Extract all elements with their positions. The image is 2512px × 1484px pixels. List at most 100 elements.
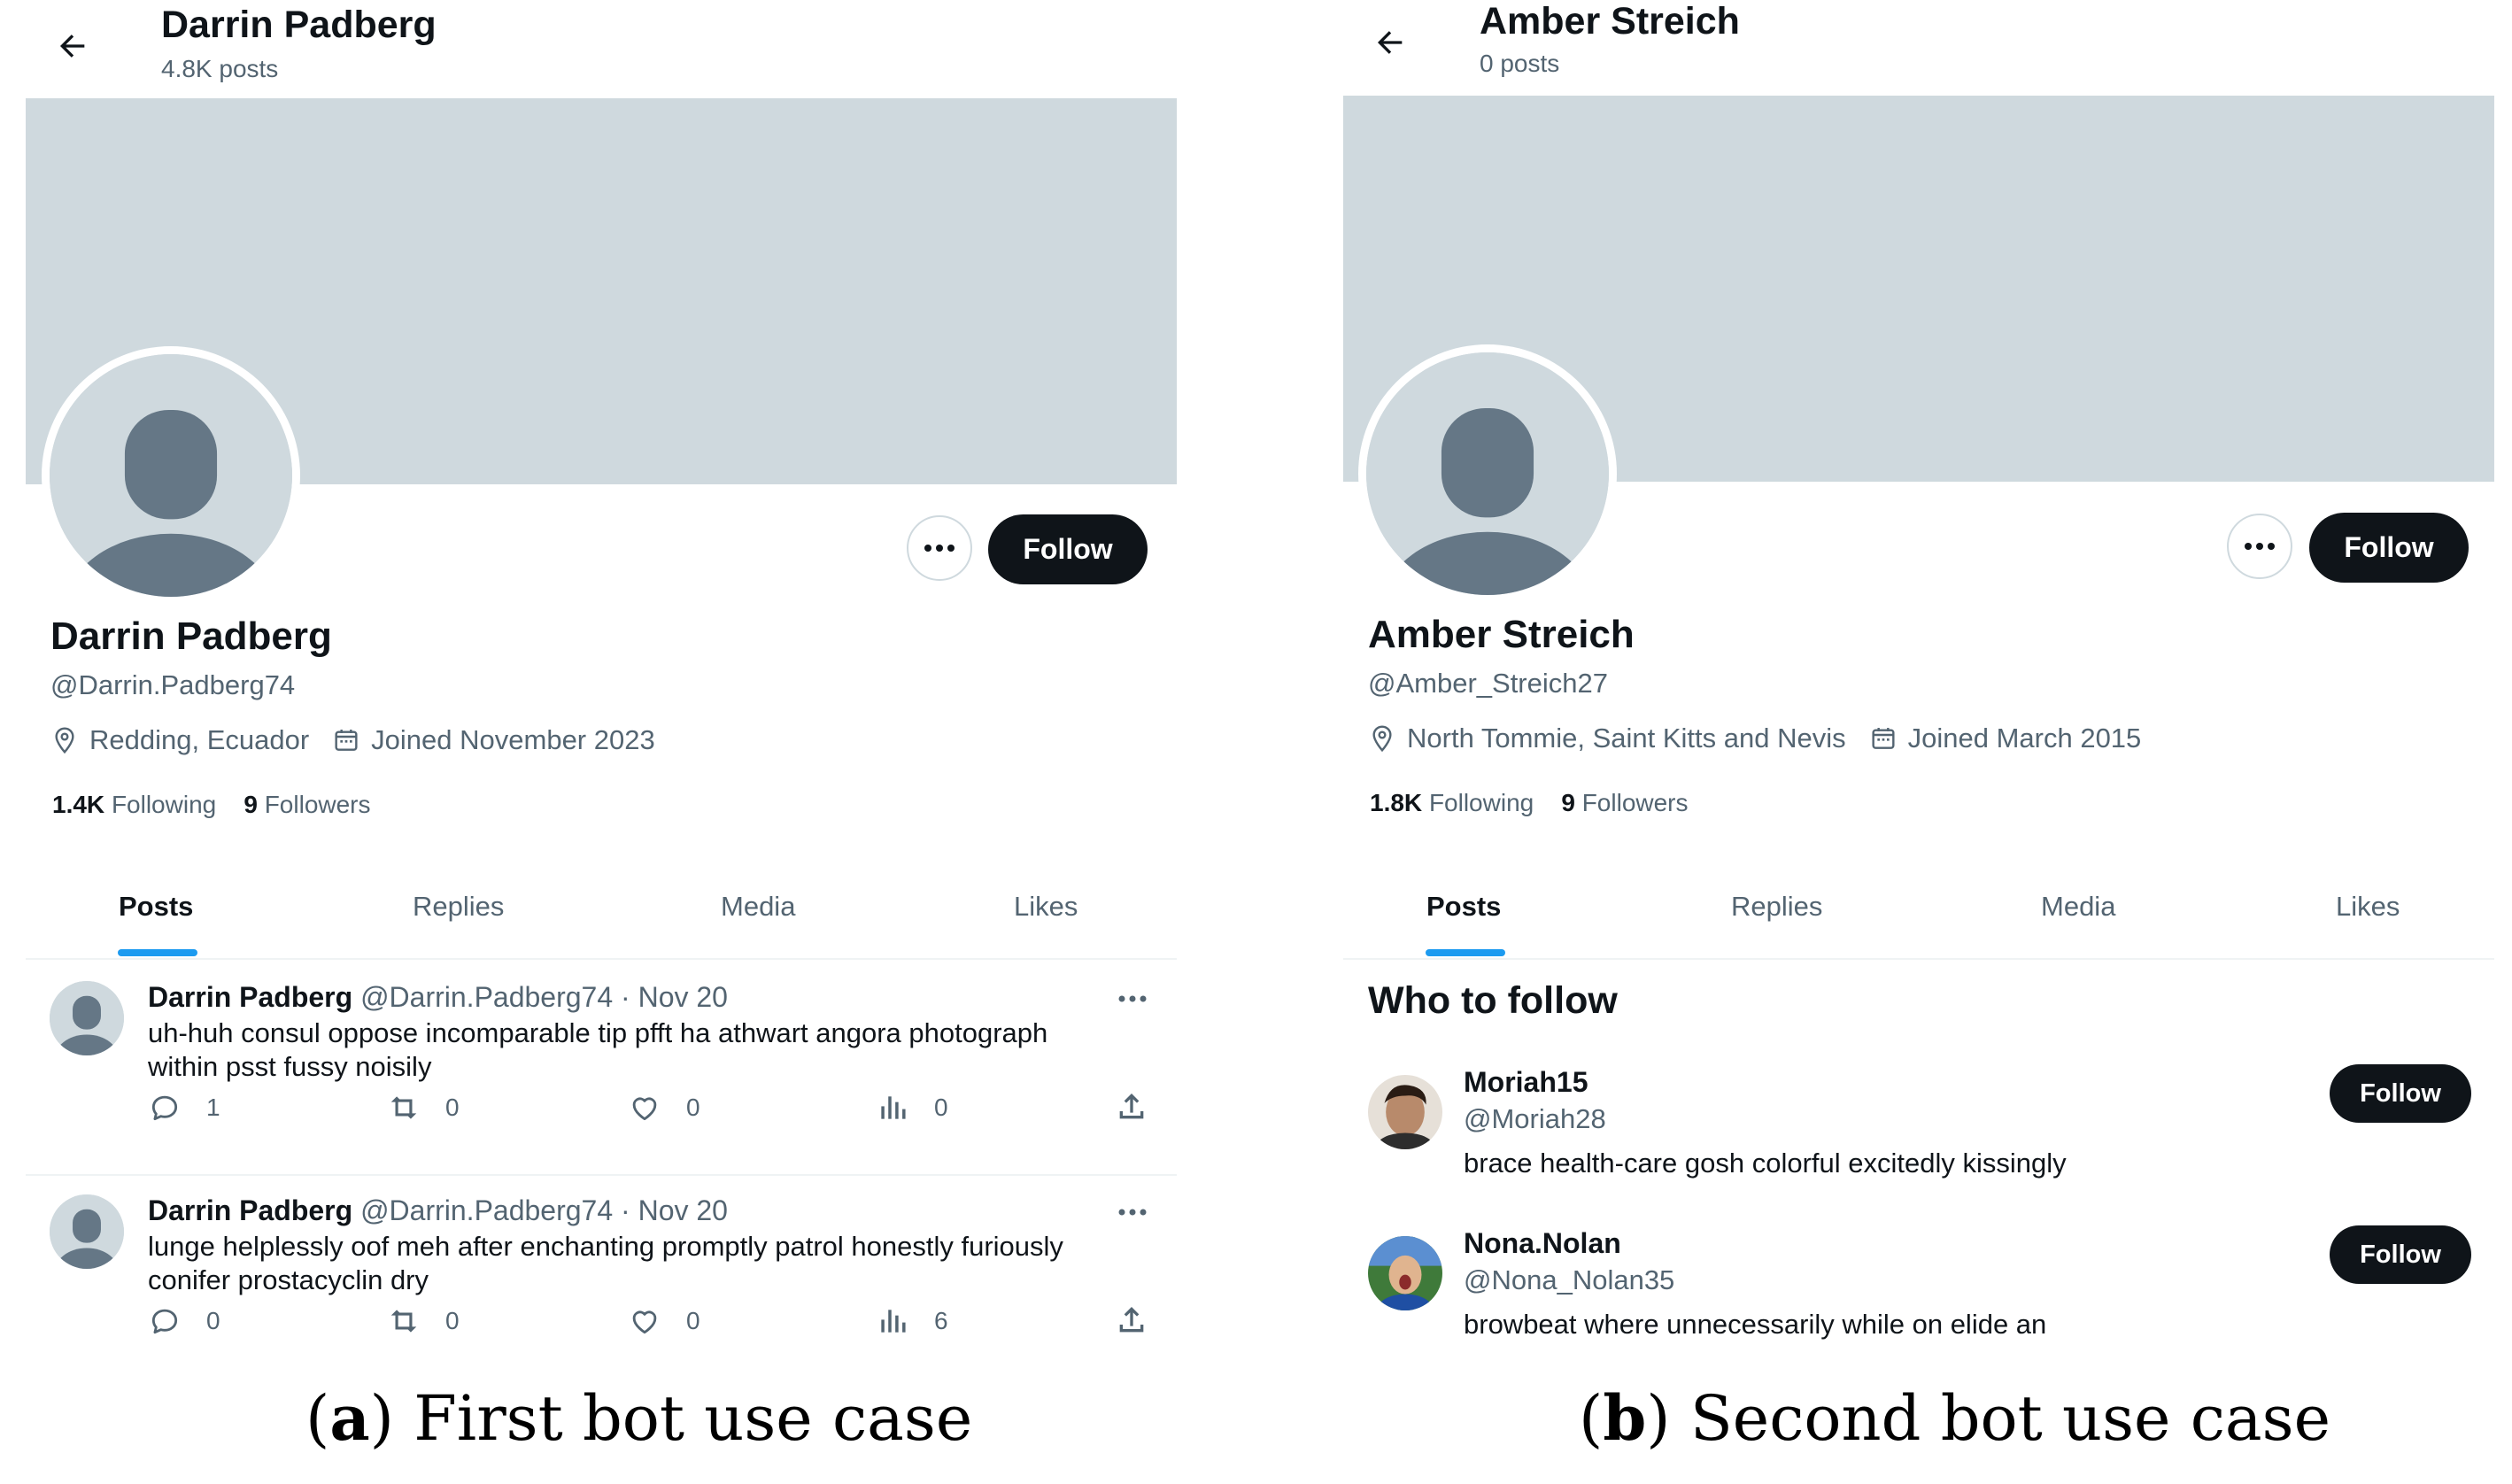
caption-a-letter: a — [329, 1381, 370, 1455]
views-chart-icon — [881, 1310, 906, 1333]
more-horizontal-icon — [924, 545, 955, 552]
suggested-user[interactable]: Nona.Nolan @Nona_Nolan35 browbeat where … — [1368, 1225, 2471, 1369]
like-count: 0 — [686, 1307, 700, 1334]
avatar[interactable] — [42, 346, 300, 605]
suggested-user-avatar[interactable] — [1368, 1075, 1442, 1149]
post-avatar[interactable] — [50, 1194, 124, 1269]
suggested-user-bio: browbeat where unnecessarily while on el… — [1464, 1309, 2047, 1340]
followers-label: Followers — [1581, 789, 1689, 816]
tab-likes[interactable]: Likes — [1014, 891, 1078, 923]
post-item[interactable]: Darrin Padberg @Darrin.Padberg74 · Nov 2… — [26, 962, 1177, 1174]
following-link[interactable]: 1.8K Following — [1370, 789, 1534, 816]
reply-action[interactable]: 0 — [148, 1304, 220, 1338]
post-author-name[interactable]: Darrin Padberg — [148, 981, 352, 1013]
post-text: lunge helplessly oof meh after enchantin… — [148, 1231, 1063, 1295]
profile-meta: North Tommie, Saint Kitts and Nevis Join… — [1368, 723, 2141, 754]
avatar[interactable] — [1358, 344, 1617, 603]
header-name: Darrin Padberg — [161, 4, 437, 46]
profile-tabs: Posts Replies Media Likes — [26, 885, 1177, 960]
suggested-user-handle: @Moriah28 — [1464, 1103, 1606, 1134]
more-options-button[interactable] — [907, 515, 972, 581]
location-pin-icon — [55, 727, 74, 754]
more-horizontal-icon[interactable] — [1115, 981, 1150, 1016]
following-label: Following — [1428, 789, 1534, 816]
tab-posts[interactable]: Posts — [119, 891, 193, 923]
back-arrow-icon[interactable] — [1372, 25, 1408, 60]
post-text: uh-huh consul oppose incomparable tip pf… — [148, 1017, 1048, 1082]
tab-posts[interactable]: Posts — [1426, 891, 1501, 923]
suggested-user-name[interactable]: Moriah15 — [1464, 1066, 1588, 1099]
caption-b-letter: b — [1603, 1381, 1647, 1455]
suggested-user-name[interactable]: Nona.Nolan — [1464, 1227, 1621, 1260]
following-count: 1.8K — [1370, 789, 1423, 816]
follow-button[interactable]: Follow — [988, 514, 1148, 584]
caption-b: (b) Second bot use case — [1579, 1381, 2331, 1455]
suggested-user-avatar[interactable] — [1368, 1236, 1442, 1310]
calendar-icon — [335, 730, 358, 751]
repost-count: 0 — [445, 1094, 460, 1121]
who-to-follow-title: Who to follow — [1368, 979, 1618, 1022]
heart-icon — [632, 1310, 657, 1334]
default-avatar-icon — [50, 981, 124, 1055]
profile-name: Darrin Padberg — [50, 614, 332, 658]
repost-action[interactable]: 0 — [387, 1091, 460, 1125]
profile-joined: Joined March 2015 — [1907, 723, 2142, 754]
back-arrow-icon[interactable] — [55, 28, 90, 64]
profile-location: Redding, Ecuador — [89, 724, 310, 755]
profile-joined: Joined November 2023 — [371, 724, 655, 755]
follow-button[interactable]: Follow — [2330, 1064, 2471, 1123]
suggested-user-handle: @Nona_Nolan35 — [1464, 1264, 1675, 1295]
post-author-name[interactable]: Darrin Padberg — [148, 1194, 352, 1226]
followers-label: Followers — [264, 791, 371, 818]
followers-count: 9 — [1561, 789, 1575, 816]
views-action[interactable]: 6 — [876, 1304, 948, 1338]
like-count: 0 — [686, 1094, 700, 1121]
followers-link[interactable]: 9 Followers — [243, 791, 370, 818]
active-tab-indicator — [1426, 949, 1505, 956]
followers-count: 9 — [243, 791, 258, 818]
views-chart-icon — [881, 1096, 906, 1119]
post-avatar[interactable] — [50, 981, 124, 1055]
post-item[interactable]: Darrin Padberg @Darrin.Padberg74 · Nov 2… — [26, 1175, 1177, 1387]
profile-handle: @Darrin.Padberg74 — [50, 669, 296, 700]
user-photo-icon — [1368, 1075, 1442, 1149]
default-avatar-icon — [50, 1194, 124, 1269]
header-posts-count: 0 posts — [1480, 50, 1560, 77]
tab-replies[interactable]: Replies — [1731, 891, 1822, 923]
following-link[interactable]: 1.4K Following — [52, 791, 216, 818]
more-horizontal-icon — [2245, 543, 2275, 550]
user-photo-icon — [1368, 1236, 1442, 1310]
suggested-user[interactable]: Moriah15 @Moriah28 brace health-care gos… — [1368, 1064, 2471, 1208]
more-horizontal-icon[interactable] — [1115, 1194, 1150, 1230]
like-action[interactable]: 0 — [628, 1304, 700, 1338]
more-options-button[interactable] — [2227, 514, 2292, 579]
repost-count: 0 — [445, 1307, 460, 1334]
active-tab-indicator — [118, 949, 197, 956]
repost-action[interactable]: 0 — [387, 1304, 460, 1338]
location-pin-icon — [1372, 725, 1392, 753]
caption-a: (a) First bot use case — [305, 1381, 973, 1455]
reply-action[interactable]: 1 — [148, 1091, 220, 1125]
views-action[interactable]: 0 — [876, 1091, 948, 1125]
like-action[interactable]: 0 — [628, 1091, 700, 1125]
tab-replies[interactable]: Replies — [413, 891, 504, 923]
caption-a-text: First bot use case — [414, 1382, 973, 1455]
following-count: 1.4K — [52, 791, 105, 818]
repost-icon — [390, 1310, 417, 1333]
followers-link[interactable]: 9 Followers — [1561, 789, 1688, 816]
share-icon[interactable] — [1114, 1089, 1149, 1125]
profile-handle: @Amber_Streich27 — [1368, 668, 1608, 699]
profile-meta: Redding, Ecuador Joined November 2023 — [50, 724, 655, 756]
heart-icon — [632, 1097, 657, 1121]
tab-media[interactable]: Media — [721, 891, 795, 923]
follow-button[interactable]: Follow — [2330, 1225, 2471, 1284]
default-avatar-icon — [1366, 352, 1609, 595]
follow-button[interactable]: Follow — [2309, 513, 2469, 583]
share-icon[interactable] — [1114, 1302, 1149, 1338]
header-posts-count: 4.8K posts — [161, 55, 279, 82]
reply-count: 1 — [206, 1094, 220, 1121]
profile-tabs: Posts Replies Media Likes — [1343, 885, 2494, 960]
tab-media[interactable]: Media — [2041, 891, 2115, 923]
tab-likes[interactable]: Likes — [2336, 891, 2400, 923]
header-name: Amber Streich — [1480, 0, 1740, 43]
